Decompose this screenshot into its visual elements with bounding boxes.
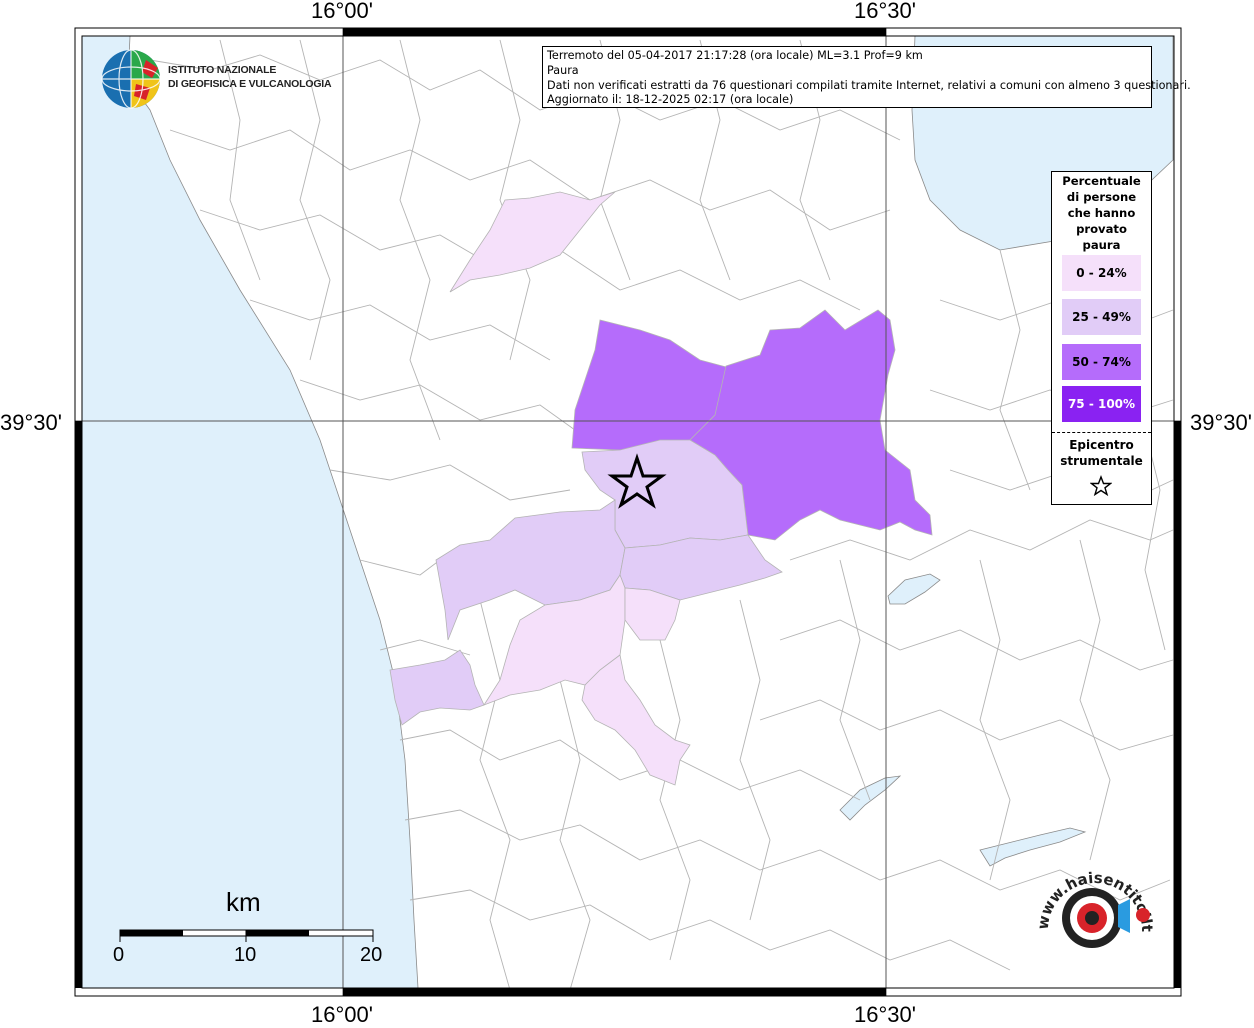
event-info-line: Aggiornato il: 18-12-2025 02:17 (ora loc… [547, 93, 794, 106]
event-info-box: Terremoto del 05-04-2017 21:17:28 (ora l… [542, 46, 1191, 108]
scale-unit: km [226, 887, 261, 917]
coord-bottom-right: 16°30' [854, 1002, 916, 1027]
legend-separator [1052, 432, 1151, 433]
legend-item-50-74: 50 - 74% [1062, 344, 1141, 380]
legend-item-75-100: 75 - 100% [1062, 386, 1141, 422]
ingv-name-line2: DI GEOFISICA E VULCANOLOGIA [168, 78, 332, 90]
legend-title-line: paura [1082, 238, 1121, 252]
frame-bar-bottom [343, 988, 886, 996]
scale-tick-10: 10 [234, 944, 257, 966]
ingv-name: ISTITUTO NAZIONALE DI GEOFISICA E VULCAN… [168, 63, 332, 91]
coord-right-lat: 39°30' [1190, 410, 1252, 435]
frame-bar-top [343, 28, 886, 36]
legend-title-line: provato [1076, 222, 1127, 236]
event-info-line: Paura [547, 64, 579, 77]
ingv-globe-icon [101, 49, 161, 109]
legend-title-line: di persone [1066, 190, 1137, 204]
coord-top-right: 16°30' [854, 0, 916, 23]
star-icon [1090, 475, 1112, 497]
event-info-line: Dati non verificati estratti da 76 quest… [547, 79, 1191, 92]
event-info-line: Terremoto del 05-04-2017 21:17:28 (ora l… [547, 49, 923, 62]
coord-bottom-left: 16°00' [311, 1002, 373, 1027]
scale-tick-20: 20 [360, 944, 383, 966]
ingv-name-line1: ISTITUTO NAZIONALE [168, 64, 277, 76]
scale-tick-0: 0 [113, 944, 125, 966]
legend-title-line: che hanno [1067, 206, 1136, 220]
legend-item-25-49: 25 - 49% [1062, 299, 1141, 335]
coord-left-lat: 39°30' [0, 410, 62, 435]
legend-item-0-24: 0 - 24% [1062, 255, 1141, 291]
haisentito-logo-icon: www.haisentitoilterremoto.it [1030, 855, 1156, 948]
frame-bar-left [75, 421, 82, 988]
legend-title: Percentuale di persone che hanno provato… [1052, 172, 1151, 253]
legend: Percentuale di persone che hanno provato… [1051, 171, 1152, 505]
legend-epicenter-line: strumentale [1060, 454, 1143, 468]
legend-title-line: Percentuale [1062, 174, 1141, 188]
frame-bar-right [1174, 421, 1181, 988]
legend-epicenter-line: Epicentro [1069, 438, 1134, 452]
legend-epicenter-label: Epicentro strumentale [1052, 437, 1151, 469]
coord-top-left: 16°00' [311, 0, 373, 23]
